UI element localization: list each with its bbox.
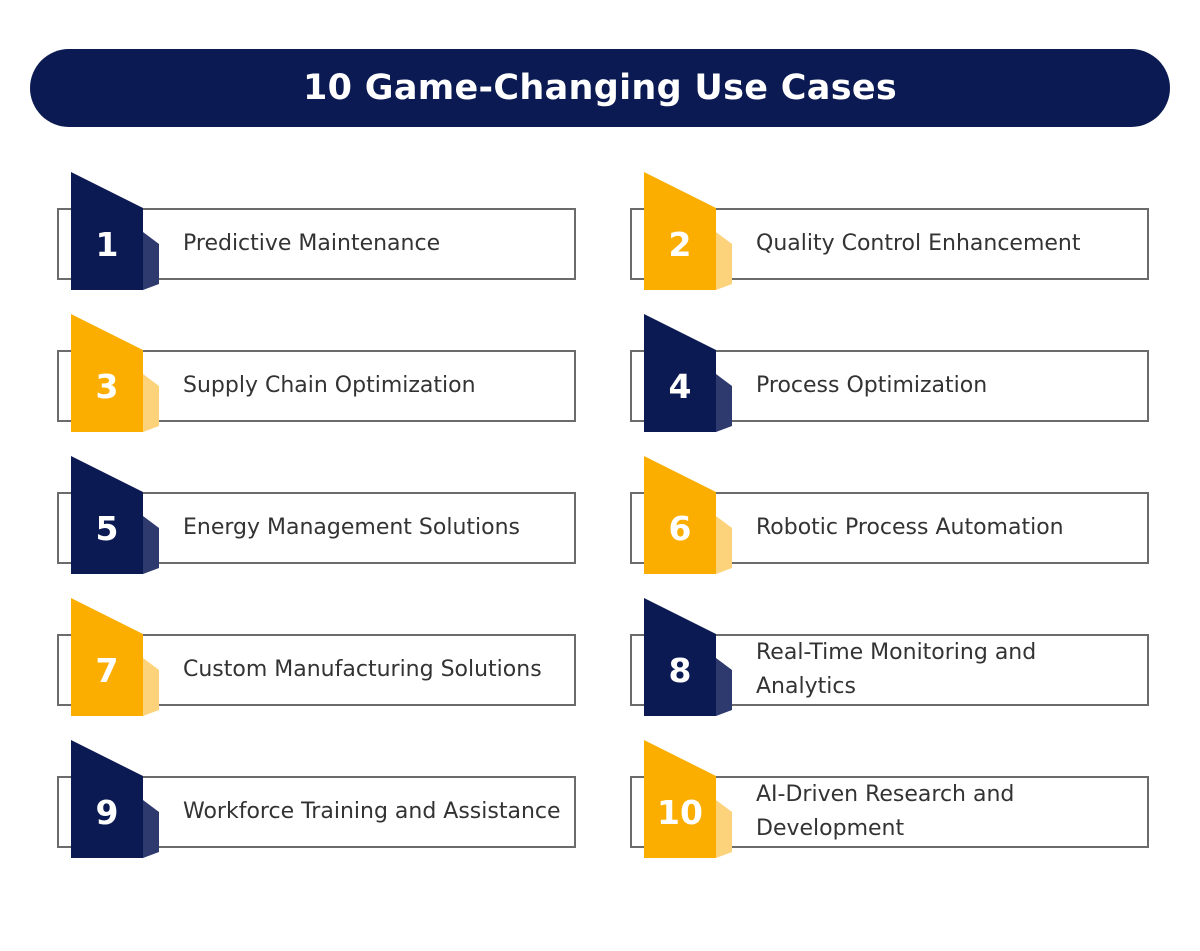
use-case-item-9: 9 Workforce Training and Assistance xyxy=(57,740,578,858)
use-case-item-10: 10 AI-Driven Research and Development xyxy=(630,740,1151,858)
use-case-number: 5 xyxy=(95,508,119,548)
page-title: 10 Game-Changing Use Cases xyxy=(303,68,897,108)
title-banner: 10 Game-Changing Use Cases xyxy=(30,49,1170,127)
use-case-label: Energy Management Solutions xyxy=(183,515,521,540)
use-case-label: Supply Chain Optimization xyxy=(183,373,476,398)
use-case-item-6: 6 Robotic Process Automation xyxy=(630,456,1151,574)
use-case-label: Robotic Process Automation xyxy=(756,515,1064,540)
use-case-number: 9 xyxy=(95,792,119,832)
use-case-item-7: 7 Custom Manufacturing Solutions xyxy=(57,598,578,716)
use-case-label: Real-Time Monitoring and Analytics xyxy=(756,640,1037,699)
use-case-label: Custom Manufacturing Solutions xyxy=(183,657,542,682)
use-case-item-3: 3 Supply Chain Optimization xyxy=(57,314,578,432)
use-case-item-1: 1 Predictive Maintenance xyxy=(57,172,578,290)
use-case-label: Predictive Maintenance xyxy=(183,231,441,256)
use-case-item-8: 8 Real-Time Monitoring and Analytics xyxy=(630,598,1151,716)
use-case-item-4: 4 Process Optimization xyxy=(630,314,1151,432)
use-case-number: 7 xyxy=(95,650,119,690)
use-case-number: 8 xyxy=(668,650,692,690)
use-case-item-5: 5 Energy Management Solutions xyxy=(57,456,578,574)
use-case-number: 3 xyxy=(95,366,119,406)
use-case-label: Workforce Training and Assistance xyxy=(183,799,561,824)
use-case-number: 2 xyxy=(668,224,692,264)
use-case-label: AI-Driven Research and Development xyxy=(756,782,1015,841)
use-case-number: 10 xyxy=(657,792,703,832)
use-case-number: 6 xyxy=(668,508,692,548)
use-case-label: Process Optimization xyxy=(756,373,988,398)
use-case-item-2: 2 Quality Control Enhancement xyxy=(630,172,1151,290)
use-case-label: Quality Control Enhancement xyxy=(756,231,1081,256)
use-case-number: 1 xyxy=(95,224,119,264)
use-case-number: 4 xyxy=(668,366,692,406)
